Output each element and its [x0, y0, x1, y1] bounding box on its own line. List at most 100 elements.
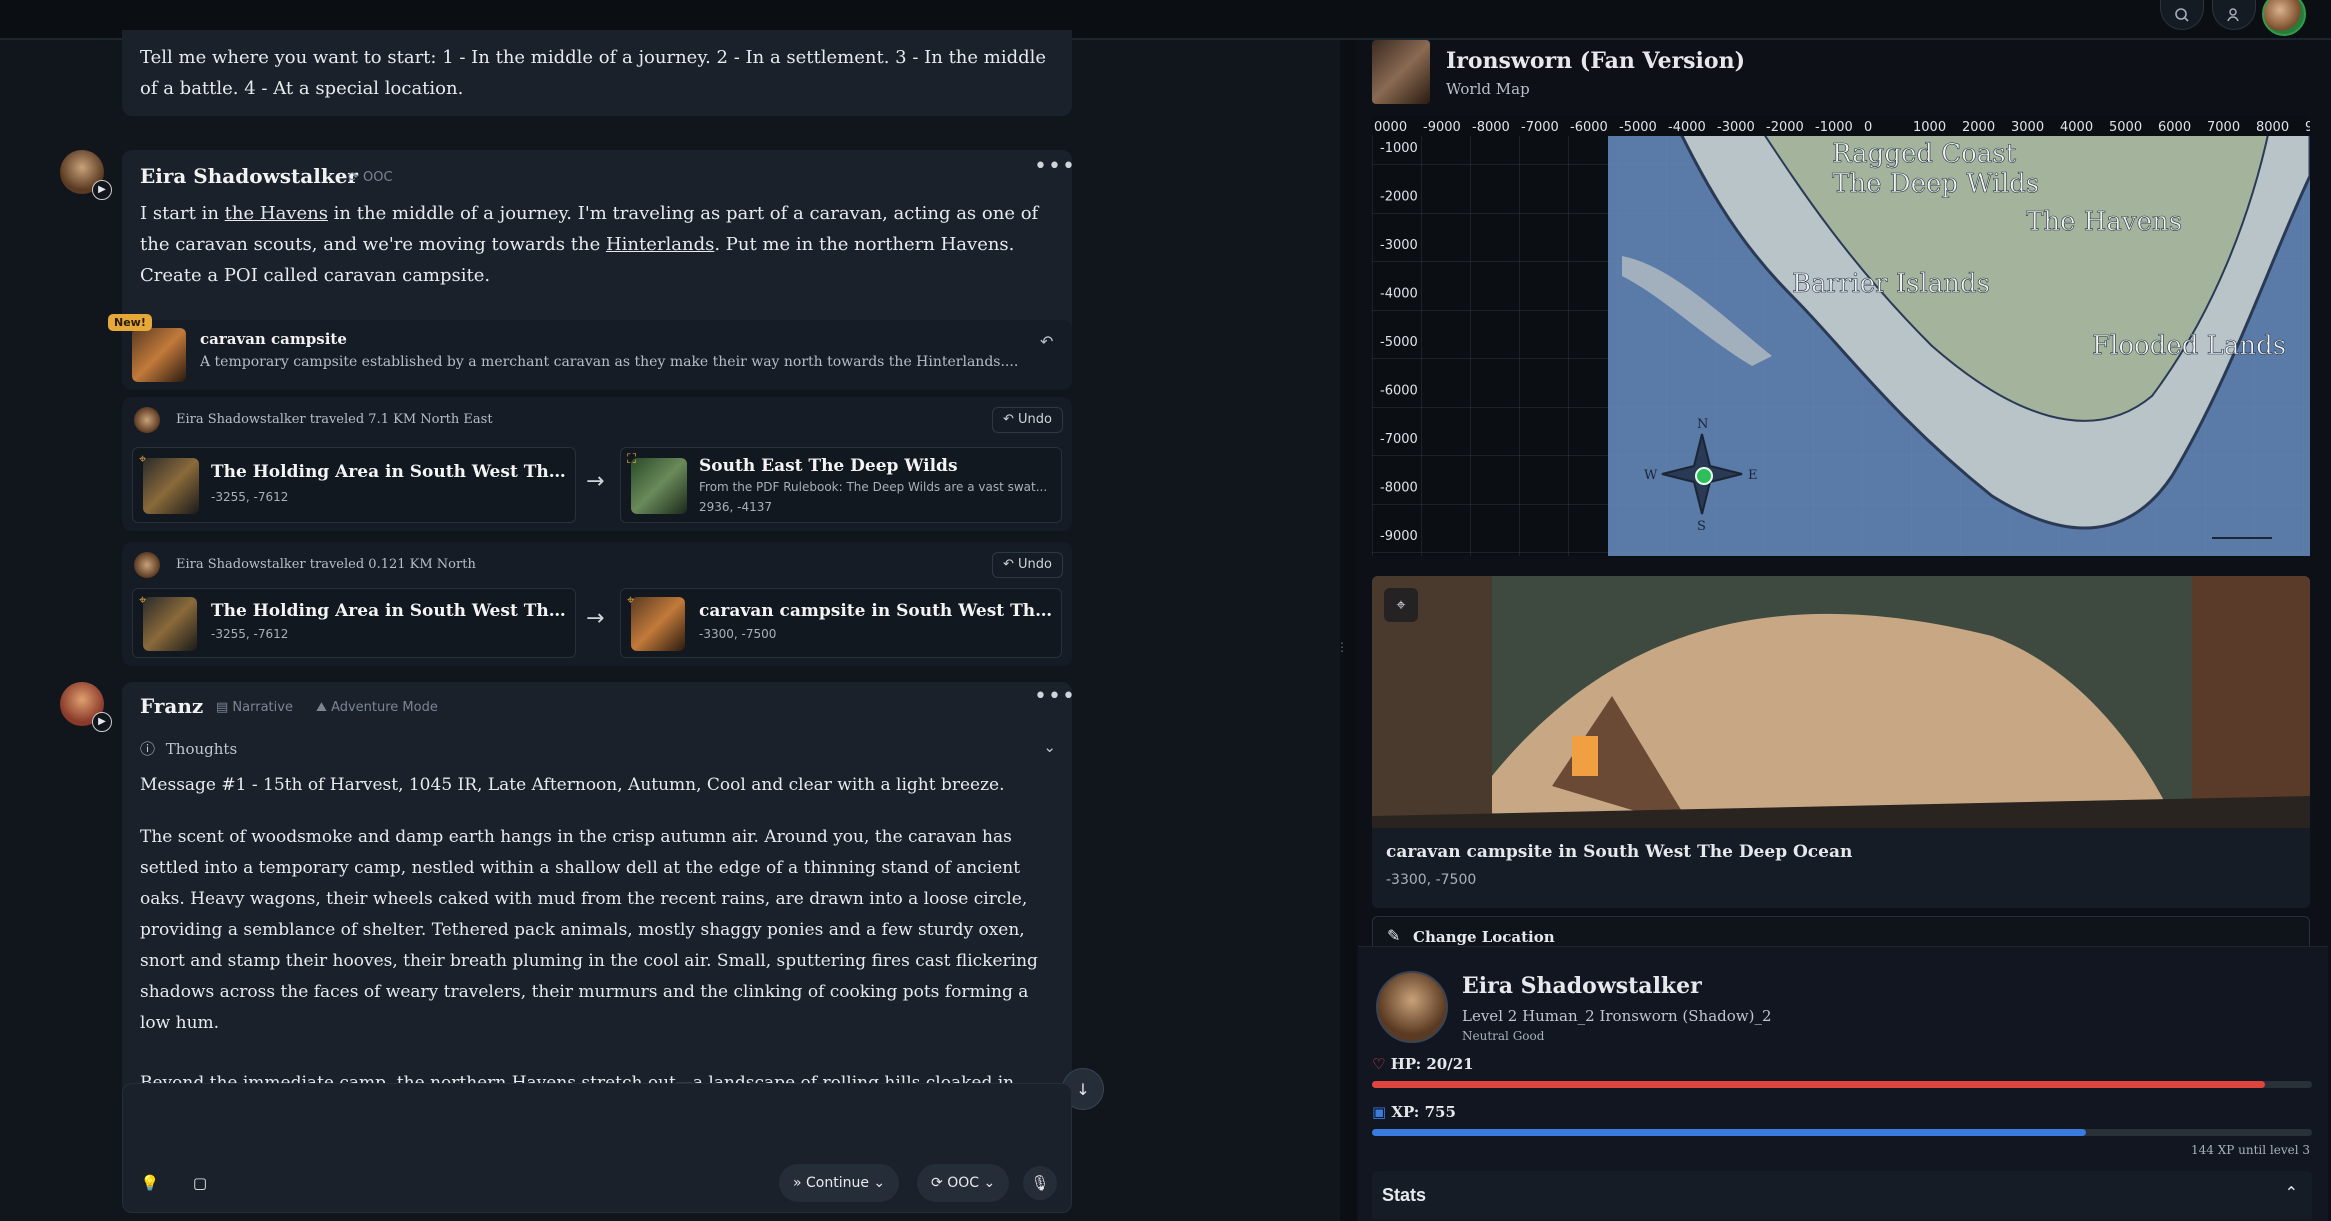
compass-label: S: [1697, 519, 1706, 534]
location-info: caravan campsite in South West The Deep …: [1372, 828, 2310, 908]
microphone-icon: 🎙: [1030, 1174, 1050, 1192]
location-coords: -3300, -7500: [699, 627, 777, 641]
character-avatar: [1376, 971, 1448, 1043]
adventure-mode-tag: ⛰ Adventure Mode: [316, 700, 438, 715]
play-icon[interactable]: ▶: [92, 712, 112, 732]
travel-from[interactable]: ⌖ The Holding Area in South West The Dee…: [132, 447, 576, 523]
x-tick-label: 1000: [1913, 120, 1946, 135]
arrow-right-icon: →: [586, 469, 605, 494]
character-card: Eira Shadowstalker Level 2 Human_2 Irons…: [1358, 946, 2328, 1221]
message-author: Franz: [140, 694, 204, 718]
travel-card: Eira Shadowstalker traveled 0.121 KM Nor…: [122, 542, 1072, 666]
map-label: Barrier Islands: [1792, 269, 1990, 299]
profile-avatar[interactable]: [2262, 0, 2306, 36]
arrow-right-icon: →: [586, 606, 605, 631]
undo-button[interactable]: ↶ Undo: [992, 407, 1063, 433]
map-subtitle: World Map: [1446, 80, 1530, 98]
pin-icon: ⌖: [139, 452, 147, 467]
x-tick-label: -6000: [1570, 120, 1608, 135]
poi-card[interactable]: New! caravan campsite A temporary campsi…: [108, 314, 1072, 390]
x-tick-label: 4000: [2060, 120, 2093, 135]
x-tick-label: 900: [2305, 120, 2310, 135]
pin-icon[interactable]: ⌖: [1384, 588, 1418, 622]
arrow-down-icon: ↓: [1076, 1079, 1090, 1099]
stats-label: Stats: [1382, 1185, 1427, 1205]
ooc-dropdown[interactable]: ⟳ OOC ⌄: [917, 1164, 1010, 1202]
world-map[interactable]: Ragged Coast The Deep Wilds The Havens B…: [1372, 116, 2310, 556]
havens-link[interactable]: the Havens: [225, 203, 328, 224]
compass-label: E: [1748, 468, 1758, 483]
message-paragraph: The scent of woodsmoke and damp earth ha…: [140, 827, 1038, 1033]
ooc-label: OOC: [947, 1175, 980, 1191]
x-tick-label: 0: [1864, 120, 1872, 135]
compass-label: W: [1644, 468, 1658, 483]
continue-button[interactable]: » Continue ⌄: [779, 1164, 900, 1202]
x-tick-label: 0000: [1374, 120, 1407, 135]
more-options-button[interactable]: •••: [1034, 154, 1076, 179]
location-title: South East The Deep Wilds: [699, 456, 958, 476]
more-options-button[interactable]: •••: [1034, 684, 1076, 709]
travel-to[interactable]: ⌖ caravan campsite in South West The Dee…: [620, 588, 1062, 658]
chevron-up-icon: ⌃: [2284, 1183, 2298, 1202]
user-settings-button[interactable]: [2212, 0, 2256, 30]
narrative-tag: ▤ Narrative: [216, 700, 293, 715]
game-thumbnail: [1372, 40, 1430, 104]
travel-to[interactable]: ⛶ South East The Deep Wilds From the PDF…: [620, 447, 1062, 523]
x-tick-label: 8000: [2256, 120, 2289, 135]
location-title: The Holding Area in South West The Dee..…: [211, 601, 567, 621]
hp-bar: [1372, 1081, 2265, 1088]
poi-thumbnail: [132, 328, 186, 382]
character-class: Level 2 Human_2 Ironsworn (Shadow)_2: [1462, 1007, 1772, 1025]
lightbulb-icon: 💡: [140, 1174, 160, 1192]
hp-track: [1372, 1081, 2312, 1088]
campsite-illustration: [1372, 576, 2310, 828]
xp-next: 144 XP until level 3: [2190, 1143, 2310, 1157]
chevron-down-icon: ⌄: [979, 1175, 996, 1191]
narrative-label: Narrative: [232, 700, 293, 715]
x-tick-label: -1000: [1815, 120, 1853, 135]
current-location-marker[interactable]: [1695, 467, 1713, 485]
x-tick-label: -7000: [1521, 120, 1559, 135]
x-tick-label: -5000: [1619, 120, 1657, 135]
search-button[interactable]: [2160, 0, 2204, 30]
location-thumbnail: [143, 458, 199, 514]
location-coords: -3255, -7612: [211, 627, 289, 641]
x-tick-label: -9000: [1423, 120, 1461, 135]
message-input[interactable]: 💡 ▢ » Continue ⌄ ⟳ OOC ⌄ 🎙: [122, 1083, 1072, 1213]
play-icon[interactable]: ▶: [92, 180, 112, 200]
panel-resize-handle[interactable]: ⋮: [1336, 40, 1356, 1221]
book-icon: ▣: [1372, 1103, 1387, 1121]
map-label: The Havens: [2026, 207, 2182, 237]
user-icon: [2227, 7, 2239, 21]
pin-icon: ⌖: [627, 593, 635, 608]
y-tick-label: -7000: [1380, 432, 1418, 447]
character-alignment: Neutral Good: [1462, 1029, 1545, 1043]
travel-from[interactable]: ⌖ The Holding Area in South West The Dee…: [132, 588, 576, 658]
y-tick-label: -2000: [1380, 190, 1418, 205]
thoughts-toggle[interactable]: ⓘ Thoughts ⌄: [140, 738, 1060, 762]
map-label: Ragged Coast: [1832, 139, 2017, 169]
fast-forward-icon: »: [793, 1175, 807, 1191]
microphone-button[interactable]: 🎙: [1023, 1166, 1057, 1200]
image-icon: ▢: [192, 1174, 208, 1192]
location-title: The Holding Area in South West The Dee..…: [211, 462, 567, 482]
x-tick-label: 3000: [2011, 120, 2044, 135]
thoughts-label: Thoughts: [165, 740, 238, 758]
message-card: Tell me where you want to start: 1 - In …: [122, 30, 1072, 116]
drag-handle-icon: ⋮: [1336, 640, 1348, 654]
chevron-down-icon: ⌄: [1043, 738, 1056, 756]
undo-button[interactable]: ↶ Undo: [992, 552, 1063, 578]
location-coords: 2936, -4137: [699, 500, 773, 514]
x-tick-label: 5000: [2109, 120, 2142, 135]
xp-label: XP: 755: [1391, 1103, 1456, 1121]
location-thumbnail: [143, 597, 197, 651]
hinterlands-link[interactable]: Hinterlands: [606, 234, 714, 255]
x-tick-label: 2000: [1962, 120, 1995, 135]
y-tick-label: -5000: [1380, 335, 1418, 350]
attach-button[interactable]: ▢: [183, 1166, 217, 1200]
hint-button[interactable]: 💡: [133, 1166, 167, 1200]
stats-section-header[interactable]: Stats ⌃: [1372, 1171, 2312, 1219]
undo-label: Undo: [1018, 412, 1052, 427]
location-title: caravan campsite in South West The Dee..…: [699, 601, 1055, 621]
undo-icon[interactable]: ↶: [1040, 332, 1053, 351]
